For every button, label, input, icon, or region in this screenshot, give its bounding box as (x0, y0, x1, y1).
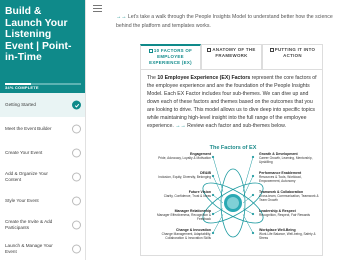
tab-label: PUTTING IT INTO ACTION (274, 47, 316, 58)
lesson-label: Create Your Event (5, 150, 43, 156)
lesson-list: Getting Started Meet the Event Builder C… (0, 93, 85, 260)
empty-circle-icon (72, 196, 81, 206)
empty-circle-icon (72, 148, 81, 158)
lesson-content: →→ Let's take a walk through the People … (86, 0, 341, 260)
tab-label: ANATOMY OF THE FRAMEWORK (212, 47, 256, 58)
factor-workplace-wellbeing: Workplace Well-Being Work-Life Balance, W… (259, 228, 319, 240)
progress-area: 34% COMPLETE (0, 83, 85, 93)
tab-icon (207, 47, 212, 52)
factor-subthemes: Cross-team, Communication, Teamwork & Te… (259, 193, 319, 202)
panel-post: represent the core factors of the employ… (147, 75, 317, 129)
connector-dot (211, 193, 215, 197)
factor-subthemes: Manager Effectiveness, Recognition & Fee… (157, 212, 211, 221)
connector-dot (251, 212, 255, 216)
course-title: Build & Launch Your Listening Event | Po… (5, 6, 72, 64)
tab-10-factors[interactable]: 10 FACTORS OF EMPLOYEE EXPERIENCE (EX) (140, 44, 201, 69)
factor-teamwork-collaboration: Teamwork & Collaboration Cross-team, Comm… (259, 190, 319, 202)
empty-circle-icon (72, 220, 81, 230)
factor-future-vision: Future Vision Clarity, Confidence, Trust … (151, 190, 211, 199)
connector-dot (211, 231, 215, 235)
lesson-item[interactable]: Create Your Event (0, 141, 85, 165)
connector-line (212, 214, 224, 234)
factor-change-innovation: Change & Innovation Change Management, Ad… (151, 228, 211, 240)
connector-dot (211, 212, 215, 216)
course-sidebar: Build & Launch Your Listening Event | Po… (0, 0, 86, 260)
connector-dot (211, 174, 215, 178)
factor-subthemes: Pride, Advocacy, Loyalty & Motivation (158, 155, 211, 160)
lesson-label: Meet the Event Builder (5, 126, 52, 132)
lesson-label: Getting Started (5, 102, 36, 108)
factor-subthemes: Recognition, Respect, Fair Rewards (259, 212, 311, 217)
factor-growth-development: Growth & Development Career Growth, Learn… (259, 152, 319, 164)
progress-label: 34% COMPLETE (5, 85, 39, 90)
factor-subthemes: Inclusion, Equity, Diversity, Belonging (158, 174, 211, 179)
tab-action[interactable]: PUTTING IT INTO ACTION (262, 44, 323, 69)
sidebar-header: Build & Launch Your Listening Event | Po… (0, 0, 85, 83)
connector-dot (251, 155, 255, 159)
factor-deib: DE&IB Inclusion, Equity, Diversity, Belon… (151, 171, 211, 180)
intro-text: →→ Let's take a walk through the People … (116, 13, 333, 31)
check-circle-icon (72, 100, 81, 110)
factor-manager-relationship: Manager Relationship Manager Effectivenes… (151, 209, 211, 221)
hamburger-menu-icon[interactable] (93, 5, 102, 12)
lesson-item[interactable]: Meet the Event Builder (0, 117, 85, 141)
factor-engagement: Engagement Pride, Advocacy, Loyalty & Mot… (151, 152, 211, 161)
factor-leadership-respect: Leadership & Respect Recognition, Respect… (259, 209, 319, 218)
panel-bold: 10 Employee Experience (EX) Factors (157, 75, 251, 81)
tab-label: 10 FACTORS OF EMPLOYEE EXPERIENCE (EX) (149, 48, 193, 65)
tab-icon (269, 47, 274, 52)
empty-circle-icon (72, 124, 81, 134)
factor-subthemes: Work-Life Balance, Well-being, Safety & … (259, 231, 316, 240)
connector-dot (251, 231, 255, 235)
ex-factors-figure: The Factors of EX Engagement Pride, Advoc… (147, 145, 319, 251)
lesson-label: Create the Invite & Add Participants (5, 219, 53, 230)
panel-paragraph: The 10 Employee Experience (EX) Factors … (147, 74, 318, 130)
lesson-item[interactable]: Launch & Manage Your Event (0, 237, 85, 260)
tab-bar: 10 FACTORS OF EMPLOYEE EXPERIENCE (EX) A… (140, 44, 323, 70)
lesson-item[interactable]: Style Your Event (0, 189, 85, 213)
arrow-marker: →→ (175, 123, 186, 129)
empty-circle-icon (72, 244, 81, 254)
lesson-item[interactable]: Getting Started (0, 93, 85, 117)
tab-anatomy[interactable]: ANATOMY OF THE FRAMEWORK (201, 44, 262, 69)
factor-subthemes: Change Management, Adaptability, Collabo… (161, 231, 211, 240)
connector-dot (251, 174, 255, 178)
connector-line (242, 214, 254, 234)
panel-tail: Review each factor and sub-themes below. (187, 123, 287, 129)
lesson-label: Launch & Manage Your Event (5, 243, 53, 254)
panel-pre: The (147, 75, 158, 81)
tab-panel: The 10 Employee Experience (EX) Factors … (140, 70, 323, 256)
lesson-item[interactable]: Add & Organize Your Content (0, 165, 85, 189)
app: Build & Launch Your Listening Event | Po… (0, 0, 341, 260)
factor-subthemes: Career Growth, Learning, Mentorship, Ups… (259, 155, 313, 164)
arrow-marker: →→ (116, 14, 127, 20)
factor-performance-enablement: Performance Enablement Resources & Tools,… (259, 171, 319, 183)
factor-subthemes: Resources & Tools, Workload, Empowerment… (259, 174, 302, 183)
lesson-label: Add & Organize Your Content (5, 171, 48, 182)
empty-circle-icon (72, 172, 81, 182)
intro-sentence: Let's take a walk through the People Ins… (116, 14, 333, 29)
lesson-item[interactable]: Create the Invite & Add Participants (0, 213, 85, 237)
lesson-label: Style Your Event (5, 198, 39, 204)
connector-dot (251, 193, 255, 197)
figure-title: The Factors of EX (209, 145, 257, 151)
factor-subthemes: Clarity, Confidence, Trust & Ideas (163, 193, 211, 198)
tab-icon (148, 48, 153, 53)
connector-dot (211, 155, 215, 159)
